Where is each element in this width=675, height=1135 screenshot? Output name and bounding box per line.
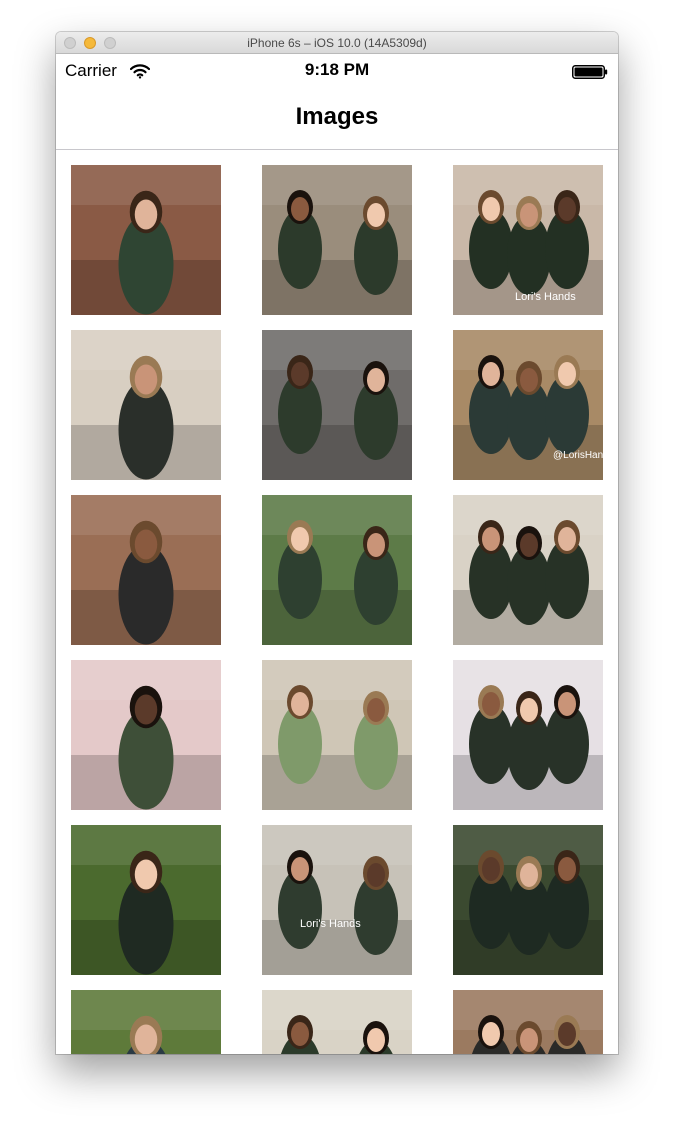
photo-image: [453, 990, 603, 1054]
battery-icon: [572, 65, 608, 79]
photo-thumbnail[interactable]: [262, 495, 412, 645]
photo-thumbnail[interactable]: [71, 990, 221, 1054]
svg-text:Lori's Hands: Lori's Hands: [515, 291, 576, 303]
photo-thumbnail[interactable]: [71, 495, 221, 645]
photo-image: [262, 495, 412, 645]
photo-thumbnail[interactable]: [71, 825, 221, 975]
photo-image: Lori's Hands: [453, 165, 603, 315]
window-titlebar[interactable]: iPhone 6s – iOS 10.0 (14A5309d): [56, 32, 618, 54]
photo-thumbnail[interactable]: [71, 660, 221, 810]
photo-image: [71, 660, 221, 810]
photo-thumbnail[interactable]: [453, 990, 603, 1054]
simulator-window: iPhone 6s – iOS 10.0 (14A5309d) Carrier …: [56, 32, 618, 1054]
photo-thumbnail[interactable]: [453, 825, 603, 975]
photo-thumbnail[interactable]: [262, 330, 412, 480]
photo-thumbnail[interactable]: [71, 165, 221, 315]
svg-text:Lori's Hands: Lori's Hands: [300, 918, 361, 930]
photo-thumbnail[interactable]: [262, 165, 412, 315]
photo-thumbnail[interactable]: Lori's Hands: [453, 165, 603, 315]
photo-image: [262, 330, 412, 480]
photo-image: [71, 165, 221, 315]
photo-image: [262, 990, 412, 1054]
svg-text:@LorisHands: @LorisHands: [553, 450, 603, 461]
navigation-bar: Images: [56, 86, 618, 150]
photo-image: [262, 165, 412, 315]
photo-grid[interactable]: Lori's Hands @LorisHands Lori's Hands: [56, 151, 618, 1054]
photo-thumbnail[interactable]: [453, 660, 603, 810]
photo-thumbnail[interactable]: [262, 660, 412, 810]
photo-image: [71, 990, 221, 1054]
page-title: Images: [295, 103, 379, 130]
photo-thumbnail[interactable]: @LorisHands: [453, 330, 603, 480]
photo-image: Lori's Hands: [262, 825, 412, 975]
photo-image: [453, 825, 603, 975]
status-time: 9:18 PM: [304, 60, 370, 79]
status-bar: Carrier 9:18 PM: [56, 54, 618, 86]
photo-image: [453, 660, 603, 810]
photo-thumbnail[interactable]: [262, 990, 412, 1054]
photo-image: [262, 660, 412, 810]
photo-thumbnail[interactable]: Lori's Hands: [262, 825, 412, 975]
photo-image: [71, 825, 221, 975]
photo-thumbnail[interactable]: [453, 495, 603, 645]
photo-thumbnail[interactable]: [71, 330, 221, 480]
photo-image: [71, 330, 221, 480]
window-title: iPhone 6s – iOS 10.0 (14A5309d): [247, 36, 427, 50]
photo-image: [453, 495, 603, 645]
photo-image: @LorisHands: [453, 330, 603, 480]
photo-image: [71, 495, 221, 645]
